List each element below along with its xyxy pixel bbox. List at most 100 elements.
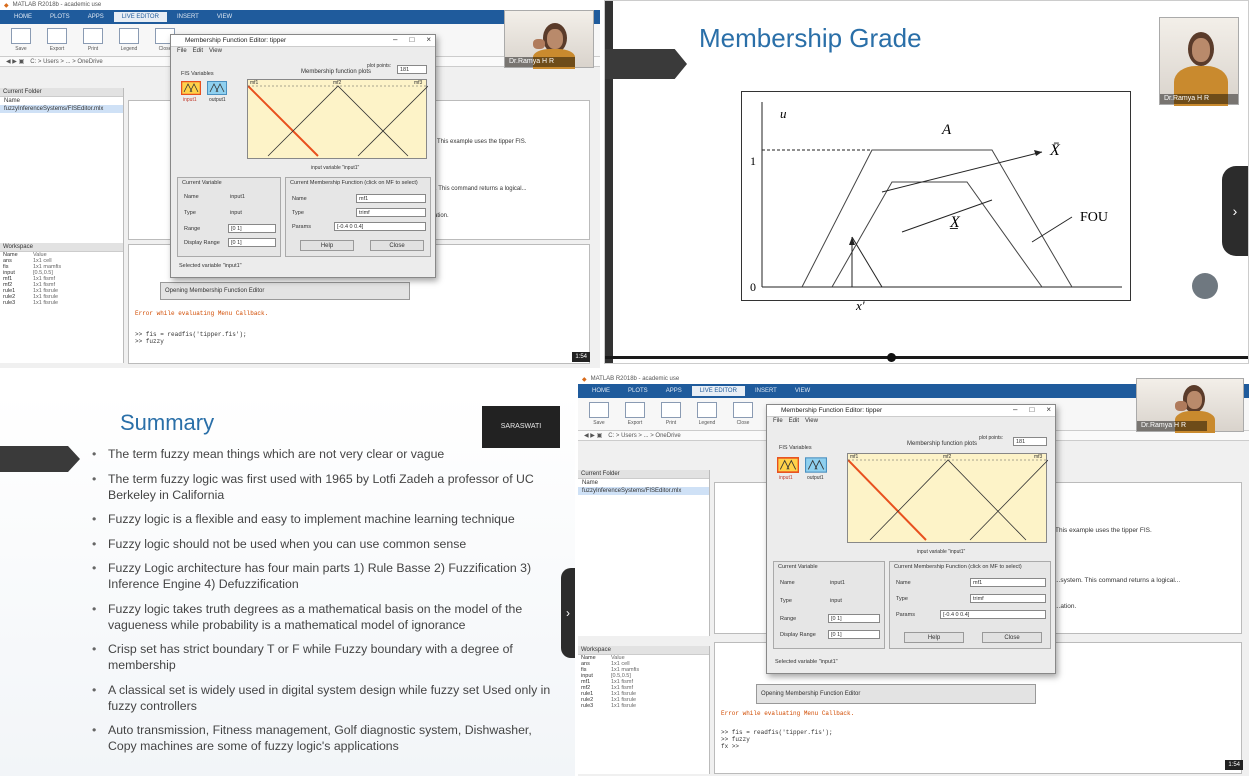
q4-ribbon-button-1[interactable]: Export: [622, 402, 648, 426]
q4-ribbon-icon-2: [661, 402, 681, 418]
q4-ribbon-button-0[interactable]: Save: [586, 402, 612, 426]
q1-tab-2[interactable]: APPS: [80, 12, 112, 22]
q4-tab-0[interactable]: HOME: [584, 386, 618, 396]
close-button[interactable]: Close: [370, 240, 424, 251]
q4-tab-5[interactable]: VIEW: [787, 386, 818, 396]
help-button-2[interactable]: Help: [904, 632, 964, 643]
output-variable-icon[interactable]: [207, 81, 227, 95]
q1-tab-0[interactable]: HOME: [6, 12, 40, 22]
menu-file[interactable]: File: [177, 48, 187, 54]
menu-status-text-2: Opening Membership Function Editor: [761, 691, 861, 697]
q4-workspace-row[interactable]: rule3 1x1 fisrule: [578, 703, 709, 709]
current-folder-panel-2: Current Folder Name fuzzyInferenceSystem…: [578, 470, 710, 636]
camera-name-right: Dr.Ramya H R: [1160, 94, 1238, 104]
q1-workspace-row[interactable]: rule3 1x1 fisrule: [0, 300, 123, 306]
camera-inset-top-left: Dr.Ramya H R: [504, 10, 594, 69]
q1-workspace-cell: 1x1 fisrule: [33, 300, 59, 306]
menu-edit-2[interactable]: Edit: [789, 418, 799, 424]
q4-workspace-cell: 1x1 fisrule: [611, 703, 637, 709]
minimize-icon-2[interactable]: –: [1013, 405, 1017, 414]
workspace-panel: Workspace Name Value ans 1x1 cell fis 1x1 mam…: [0, 243, 124, 363]
params-field-2[interactable]: [-0.4 0 0.4]: [940, 610, 1046, 619]
q1-ribbon-button-2[interactable]: Print: [80, 28, 106, 52]
close-button-2[interactable]: Close: [982, 632, 1042, 643]
fou-figure: u 1 0 A X̄ X̲ FOU x': [741, 91, 1131, 313]
mf1-curve-2[interactable]: [847, 459, 927, 541]
mf-plot[interactable]: mf1 mf2 mf3: [247, 79, 429, 159]
plot-points-label-2: plot points:: [979, 435, 1004, 441]
mf3-curve-2[interactable]: [969, 459, 1049, 541]
plot-points-field[interactable]: 181: [397, 65, 427, 74]
menu-view-2[interactable]: View: [805, 418, 818, 424]
mf-name-field-2[interactable]: mf1: [970, 578, 1046, 587]
menu-status-bar-2: Opening Membership Function Editor: [756, 684, 1036, 704]
name-value-2: input1: [830, 580, 845, 586]
q1-ribbon-icon-0: [11, 28, 31, 44]
output-variable-icon-2[interactable]: [805, 457, 827, 473]
slide-membership-grade: Membership Grade u 1 0 A X̄ X̲ FOU x' ›: [604, 0, 1249, 364]
menu-edit[interactable]: Edit: [193, 48, 203, 54]
maximize-icon[interactable]: □: [409, 35, 414, 44]
q1-tab-5[interactable]: VIEW: [209, 12, 240, 22]
help-button[interactable]: Help: [300, 240, 354, 251]
q4-ribbon-icon-0: [589, 402, 609, 418]
range-field-2[interactable]: [0 1]: [828, 614, 880, 623]
q4-ribbon-button-3[interactable]: Legend: [694, 402, 720, 426]
minimize-icon[interactable]: –: [393, 35, 397, 44]
folder-item[interactable]: fuzzyInferenceSystems/FISEditor.mlx: [0, 105, 123, 113]
plot-points-field-2[interactable]: 181: [1013, 437, 1047, 446]
editor-text-1: This example uses the tipper FIS.: [437, 139, 527, 145]
input-variable-icon[interactable]: [181, 81, 201, 95]
fig-label-x-lower: X̲: [950, 214, 960, 231]
folder-item-2[interactable]: fuzzyInferenceSystems/FISEditor.mlx: [578, 487, 709, 495]
q4-ribbon-icon-4: [733, 402, 753, 418]
close-icon[interactable]: ×: [426, 35, 431, 44]
editor-text-2-1: This example uses the tipper FIS.: [1055, 527, 1152, 534]
mf-type-label-2: Type: [896, 596, 908, 602]
q1-ribbon-button-1[interactable]: Export: [44, 28, 70, 52]
input-variable-label-2: input1: [779, 475, 793, 481]
slide-tray-button[interactable]: [1192, 273, 1218, 299]
close-icon-2[interactable]: ×: [1046, 405, 1051, 414]
editor-text-2-2: ...system. This command returns a logica…: [1055, 577, 1181, 584]
display-range-label-2: Display Range: [780, 632, 816, 638]
params-field[interactable]: [-0.4 0 0.4]: [334, 222, 426, 231]
fig-label-u: u: [780, 106, 787, 121]
q1-tab-1[interactable]: PLOTS: [42, 12, 78, 22]
mf-plot-2[interactable]: mf1 mf2 mf3: [847, 453, 1049, 543]
type-value: input: [230, 210, 242, 216]
input-variable-icon-2[interactable]: [777, 457, 799, 473]
fis-variables-label: FIS Variables: [181, 71, 214, 77]
q1-ribbon-icon-1: [47, 28, 67, 44]
mf-name-field[interactable]: mf1: [356, 194, 426, 203]
range-field[interactable]: [0 1]: [228, 224, 276, 233]
q4-ribbon-button-4[interactable]: Close: [730, 402, 756, 426]
q4-tab-2[interactable]: APPS: [658, 386, 690, 396]
slide-next-arrow[interactable]: ›: [1222, 166, 1248, 256]
slide-summary: Summary SARASWATI The term fuzzy mean th…: [0, 392, 575, 776]
q4-tab-3[interactable]: LIVE EDITOR: [691, 386, 745, 396]
display-range-field-2[interactable]: [0 1]: [828, 630, 880, 639]
menu-file-2[interactable]: File: [773, 418, 783, 424]
mf-type-select-2[interactable]: trimf: [970, 594, 1046, 603]
mf-type-select[interactable]: trimf: [356, 208, 426, 217]
mf1-curve[interactable]: [247, 85, 319, 157]
q1-tab-4[interactable]: INSERT: [169, 12, 207, 22]
q4-ribbon-button-2[interactable]: Print: [658, 402, 684, 426]
q1-ribbon-button-0[interactable]: Save: [8, 28, 34, 52]
slide-progress-knob[interactable]: [887, 353, 896, 362]
q1-tab-3[interactable]: LIVE EDITOR: [113, 12, 167, 22]
summary-next-arrow[interactable]: ›: [561, 568, 575, 658]
mf3-curve[interactable]: [357, 85, 429, 157]
mf2-curve[interactable]: [267, 85, 409, 157]
display-range-field[interactable]: [0 1]: [228, 238, 276, 247]
plot-points-label: plot points:: [367, 63, 392, 69]
menu-view[interactable]: View: [209, 48, 222, 54]
page-badge: 1:54: [572, 352, 590, 362]
maximize-icon-2[interactable]: □: [1029, 405, 1034, 414]
q4-tab-4[interactable]: INSERT: [747, 386, 785, 396]
q4-tab-1[interactable]: PLOTS: [620, 386, 656, 396]
mf2-curve-2[interactable]: [869, 459, 1027, 541]
plot-axis-label: input variable "input1": [311, 165, 360, 171]
q1-ribbon-button-3[interactable]: Legend: [116, 28, 142, 52]
